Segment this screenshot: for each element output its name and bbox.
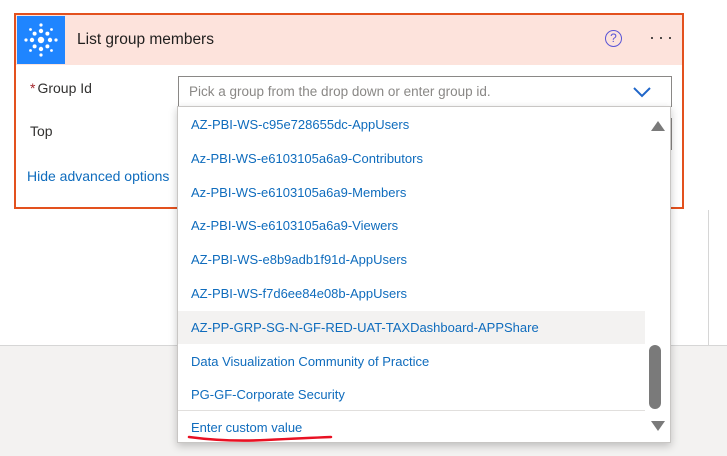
- scroll-up-arrow-icon[interactable]: [651, 121, 665, 131]
- dropdown-divider: [178, 410, 645, 411]
- dropdown-option[interactable]: AZ-PBI-WS-e8b9adb1f91d-AppUsers: [178, 243, 645, 276]
- card-title: List group members: [77, 31, 214, 48]
- dropdown-option[interactable]: AZ-PBI-WS-c95e728655dc-AppUsers: [178, 108, 645, 141]
- chevron-down-icon[interactable]: [632, 86, 652, 98]
- group-id-input[interactable]: [189, 82, 619, 101]
- dropdown-scrollbar[interactable]: [645, 107, 670, 442]
- more-options-icon[interactable]: ···: [649, 28, 676, 46]
- dropdown-option[interactable]: AZ-PP-GRP-SG-N-GF-RED-UAT-TAXDashboard-A…: [178, 310, 645, 344]
- group-id-label-text: Group Id: [37, 80, 92, 96]
- red-underline-annotation-icon: [187, 435, 333, 442]
- dropdown-option[interactable]: PG-GF-Corporate Security: [178, 378, 645, 411]
- group-id-field[interactable]: [178, 76, 672, 107]
- group-dropdown-list: AZ-PBI-WS-c95e728655dc-AppUsers Az-PBI-WS…: [177, 106, 671, 443]
- dropdown-option[interactable]: Data Visualization Community of Practice: [178, 345, 645, 378]
- group-id-label: * Group Id: [30, 80, 92, 96]
- dropdown-option[interactable]: Az-PBI-WS-e6103105a6a9-Contributors: [178, 142, 645, 175]
- canvas-edge: [708, 210, 727, 346]
- hide-advanced-options-link[interactable]: Hide advanced options: [27, 168, 169, 184]
- scrollbar-thumb[interactable]: [649, 345, 661, 409]
- network-hub-icon: [17, 16, 65, 64]
- dropdown-option[interactable]: Az-PBI-WS-e6103105a6a9-Viewers: [178, 209, 645, 242]
- required-mark: *: [30, 80, 36, 96]
- top-label: Top: [30, 123, 53, 139]
- card-header[interactable]: List group members ? ···: [16, 15, 682, 65]
- dropdown-option[interactable]: Az-PBI-WS-e6103105a6a9-Members: [178, 176, 645, 209]
- scroll-down-arrow-icon[interactable]: [651, 421, 665, 431]
- dropdown-option[interactable]: AZ-PBI-WS-f7d6ee84e08b-AppUsers: [178, 277, 645, 310]
- help-icon[interactable]: ?: [605, 30, 622, 47]
